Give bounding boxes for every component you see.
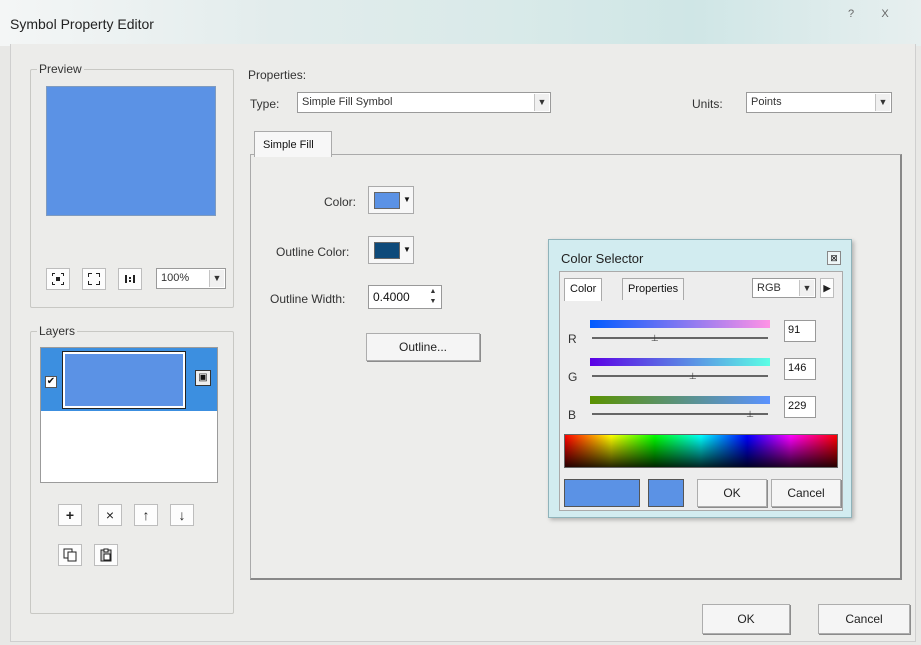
outline-button[interactable]: Outline... bbox=[366, 333, 480, 361]
preview-label: Preview bbox=[39, 62, 82, 76]
chevron-down-icon: ▼ bbox=[209, 270, 224, 287]
color-selector-footer: OK Cancel bbox=[559, 478, 843, 511]
expand-icon[interactable] bbox=[82, 268, 106, 290]
chevron-down-icon: ▼ bbox=[403, 245, 411, 254]
blue-label: B bbox=[568, 408, 577, 422]
move-layer-up-button[interactable]: ↑ bbox=[134, 504, 158, 526]
properties-label: Properties: bbox=[248, 68, 307, 82]
ok-button[interactable]: OK bbox=[702, 604, 790, 634]
color-selector-title: Color Selector bbox=[561, 251, 644, 266]
layer-row[interactable]: ✔ ▣ bbox=[41, 348, 217, 411]
layers-label: Layers bbox=[39, 324, 76, 338]
window-title: Symbol Property Editor bbox=[10, 16, 154, 32]
tab-properties[interactable]: Properties bbox=[622, 278, 685, 300]
color-ok-button[interactable]: OK bbox=[697, 479, 767, 507]
chevron-down-icon: ▼ bbox=[534, 94, 549, 111]
blue-slider-thumb[interactable]: ⊥ bbox=[746, 409, 754, 419]
green-label: G bbox=[568, 370, 578, 384]
color-label: Color: bbox=[324, 195, 357, 209]
color-model-value: RGB bbox=[757, 282, 781, 294]
outline-color-button[interactable]: ▼ bbox=[368, 236, 414, 264]
menu-arrow-icon[interactable]: ▶ bbox=[820, 278, 834, 298]
chevron-down-icon: ▼ bbox=[799, 280, 814, 296]
color-selector-body: Color Properties RGB ▼ ▶ R ⊥ 91 G ⊥ 146 … bbox=[559, 271, 843, 511]
outline-width-value: 0.4000 bbox=[373, 290, 410, 304]
layer-lock-icon[interactable]: ▣ bbox=[195, 370, 211, 386]
layer-visible-checkbox[interactable]: ✔ bbox=[45, 376, 57, 388]
outline-color-label: Outline Color: bbox=[276, 245, 350, 259]
green-slider-thumb[interactable]: ⊥ bbox=[689, 371, 697, 381]
cancel-button[interactable]: Cancel bbox=[818, 604, 910, 634]
zoom-select[interactable]: 100% ▼ bbox=[156, 268, 226, 289]
blue-value-input[interactable]: 229 bbox=[784, 396, 816, 418]
blue-slider[interactable] bbox=[592, 413, 768, 415]
title-bar: Symbol Property Editor ? X bbox=[0, 0, 921, 46]
layer-swatch bbox=[62, 351, 186, 409]
new-color-swatch bbox=[564, 479, 640, 507]
copy-layer-icon[interactable] bbox=[58, 544, 82, 566]
add-layer-button[interactable]: + bbox=[58, 504, 82, 526]
layers-list[interactable]: ✔ ▣ bbox=[40, 347, 218, 483]
remove-layer-button[interactable]: × bbox=[98, 504, 122, 526]
close-button[interactable]: X bbox=[872, 6, 898, 22]
units-label: Units: bbox=[692, 97, 723, 111]
type-select[interactable]: Simple Fill Symbol ▼ bbox=[297, 92, 551, 113]
red-slider[interactable] bbox=[592, 337, 768, 339]
close-icon[interactable]: ⊠ bbox=[827, 251, 841, 265]
green-value-input[interactable]: 146 bbox=[784, 358, 816, 380]
fill-color-button[interactable]: ▼ bbox=[368, 186, 414, 214]
green-slider[interactable] bbox=[592, 375, 768, 377]
color-spectrum[interactable] bbox=[564, 434, 838, 468]
paste-layer-icon[interactable] bbox=[94, 544, 118, 566]
fill-color-swatch bbox=[374, 192, 400, 209]
actual-size-icon[interactable] bbox=[118, 268, 142, 290]
outline-width-label: Outline Width: bbox=[270, 292, 346, 306]
green-gradient bbox=[590, 358, 770, 366]
red-slider-thumb[interactable]: ⊥ bbox=[651, 333, 659, 343]
type-value: Simple Fill Symbol bbox=[302, 96, 393, 108]
preview-swatch bbox=[46, 86, 216, 216]
chevron-down-icon: ▼ bbox=[875, 94, 890, 111]
red-label: R bbox=[568, 332, 577, 346]
tab-simple-fill[interactable]: Simple Fill bbox=[254, 131, 332, 157]
color-cancel-button[interactable]: Cancel bbox=[771, 479, 841, 507]
tab-color[interactable]: Color bbox=[564, 278, 603, 301]
color-model-select[interactable]: RGB ▼ bbox=[752, 278, 816, 298]
chevron-down-icon: ▼ bbox=[403, 195, 411, 204]
red-gradient bbox=[590, 320, 770, 328]
old-color-swatch bbox=[648, 479, 684, 507]
type-label: Type: bbox=[250, 97, 280, 111]
zoom-value: 100% bbox=[161, 272, 190, 284]
outline-width-input[interactable]: 0.4000 ▲ ▼ bbox=[368, 285, 442, 309]
units-value: Points bbox=[751, 96, 782, 108]
help-button[interactable]: ? bbox=[838, 6, 864, 22]
color-selector-dialog: Color Selector ⊠ Color Properties RGB ▼ … bbox=[548, 239, 852, 518]
outline-color-swatch bbox=[374, 242, 400, 259]
blue-gradient bbox=[590, 396, 770, 404]
red-value-input[interactable]: 91 bbox=[784, 320, 816, 342]
spin-arrows-icon[interactable]: ▲ ▼ bbox=[426, 287, 440, 307]
fit-icon[interactable] bbox=[46, 268, 70, 290]
units-select[interactable]: Points ▼ bbox=[746, 92, 892, 113]
move-layer-down-button[interactable]: ↓ bbox=[170, 504, 194, 526]
